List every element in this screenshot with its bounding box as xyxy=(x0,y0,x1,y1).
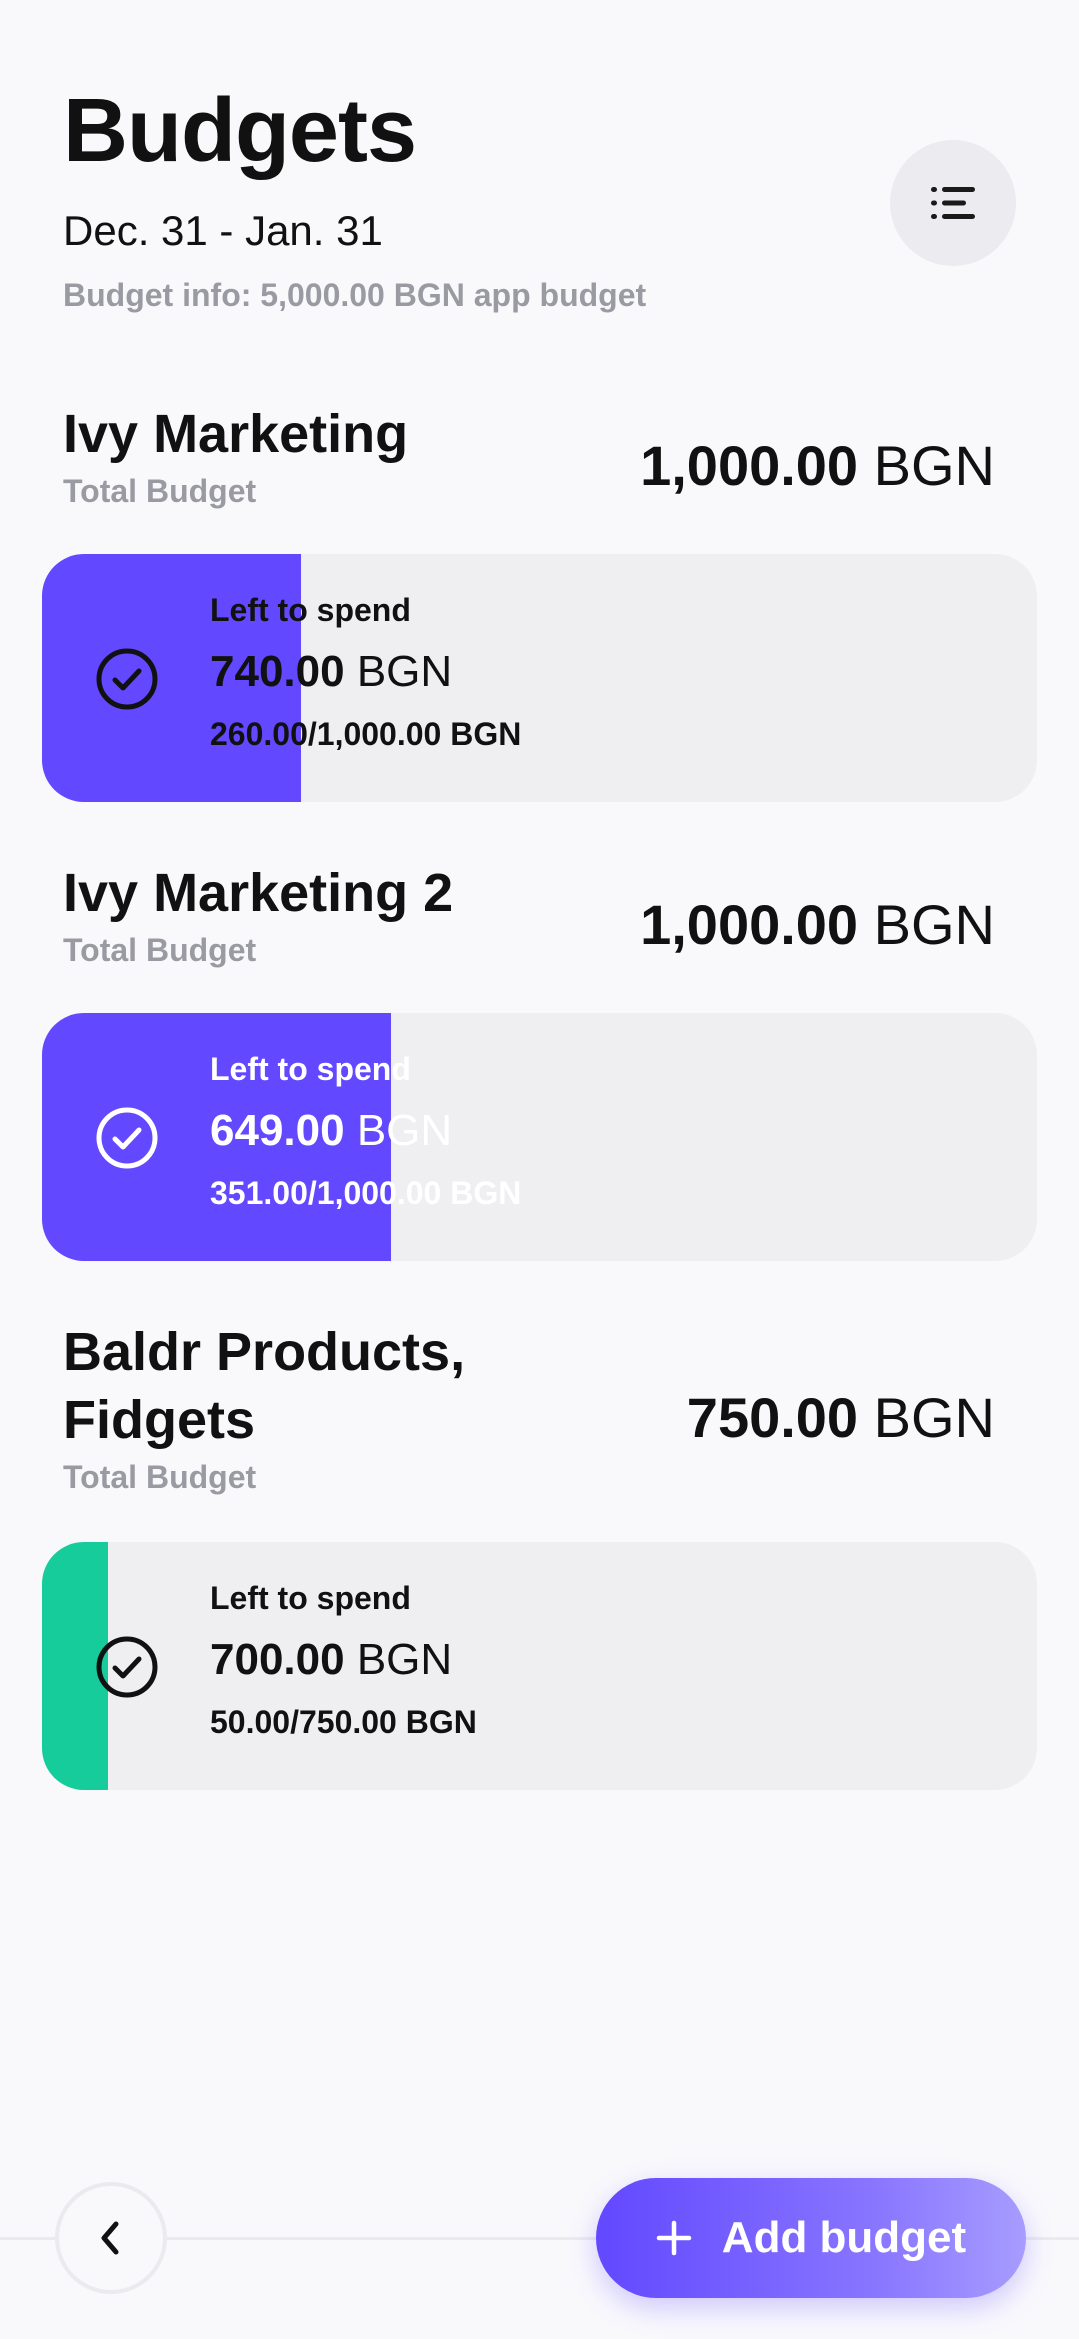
budget-header: Baldr Products, Fidgets Total Budget 750… xyxy=(63,1318,1023,1495)
budget-header: Ivy Marketing 2 Total Budget 1,000.00 BG… xyxy=(63,859,1023,968)
left-to-spend-label: Left to spend xyxy=(210,592,411,628)
total-currency: BGN xyxy=(873,434,995,497)
spent-of-total: 351.00/1,000.00 BGN xyxy=(210,1175,522,1211)
card-texts: Left to spend 740.00 BGN 260.00/1,000.00… xyxy=(210,594,521,750)
budget-name: Ivy Marketing xyxy=(63,404,409,464)
page-title: Budgets xyxy=(63,81,417,181)
period-label: Dec. 31 - Jan. 31 xyxy=(63,207,383,254)
total-budget-value: 1,000.00 BGN xyxy=(640,897,995,953)
total-currency: BGN xyxy=(873,893,995,956)
budget-card[interactable]: Left to spend 649.00 BGN 351.00/1,000.00… xyxy=(42,1013,1037,1261)
check-circle-icon xyxy=(96,1636,158,1698)
left-currency: BGN xyxy=(356,647,453,696)
total-amount: 750.00 xyxy=(686,1386,859,1449)
left-amount: 649.00 xyxy=(210,1106,345,1155)
budget-name: Baldr Products, Fidgets xyxy=(63,1322,466,1450)
budget-card[interactable]: Left to spend 700.00 BGN 50.00/750.00 BG… xyxy=(42,1542,1037,1790)
spent-of-total: 260.00/1,000.00 BGN xyxy=(210,716,522,752)
card-texts: Left to spend 700.00 BGN 50.00/750.00 BG… xyxy=(210,1582,477,1738)
total-budget-value: 750.00 BGN xyxy=(687,1390,995,1446)
check-circle-icon xyxy=(96,1107,158,1169)
budgets-screen: Budgets Dec. 31 - Jan. 31 Budget info: 5… xyxy=(0,0,1079,2339)
total-budget-label: Total Budget xyxy=(63,1459,257,1495)
total-amount: 1,000.00 xyxy=(640,893,859,956)
left-to-spend-value: 740.00 BGN xyxy=(210,650,521,694)
left-to-spend-label: Left to spend xyxy=(210,1580,411,1616)
left-to-spend-value: 700.00 BGN xyxy=(210,1638,477,1682)
card-texts: Left to spend 649.00 BGN 351.00/1,000.00… xyxy=(210,1053,521,1209)
budget-info-text: Budget info: 5,000.00 BGN app budget xyxy=(63,277,647,313)
left-to-spend-value: 649.00 BGN xyxy=(210,1109,521,1153)
left-currency: BGN xyxy=(356,1106,453,1155)
back-button[interactable] xyxy=(55,2182,167,2294)
total-amount: 1,000.00 xyxy=(640,434,859,497)
total-currency: BGN xyxy=(873,1386,995,1449)
left-currency: BGN xyxy=(356,1635,453,1684)
sort-menu-button[interactable] xyxy=(890,140,1016,266)
left-amount: 740.00 xyxy=(210,647,345,696)
spent-of-total: 50.00/750.00 BGN xyxy=(210,1704,477,1740)
budget-card[interactable]: Left to spend 740.00 BGN 260.00/1,000.00… xyxy=(42,554,1037,802)
left-amount: 700.00 xyxy=(210,1635,345,1684)
budget-name: Ivy Marketing 2 xyxy=(63,863,454,923)
add-budget-label: Add budget xyxy=(721,2213,967,2262)
chevron-left-icon xyxy=(101,2221,119,2255)
total-budget-value: 1,000.00 BGN xyxy=(640,438,995,494)
left-to-spend-label: Left to spend xyxy=(210,1051,411,1087)
check-circle-icon xyxy=(96,648,158,710)
budget-header: Ivy Marketing Total Budget 1,000.00 BGN xyxy=(63,400,1023,509)
add-budget-button[interactable]: Add budget xyxy=(596,2178,1026,2298)
plus-icon xyxy=(656,2220,692,2256)
sort-list-icon xyxy=(931,187,975,219)
